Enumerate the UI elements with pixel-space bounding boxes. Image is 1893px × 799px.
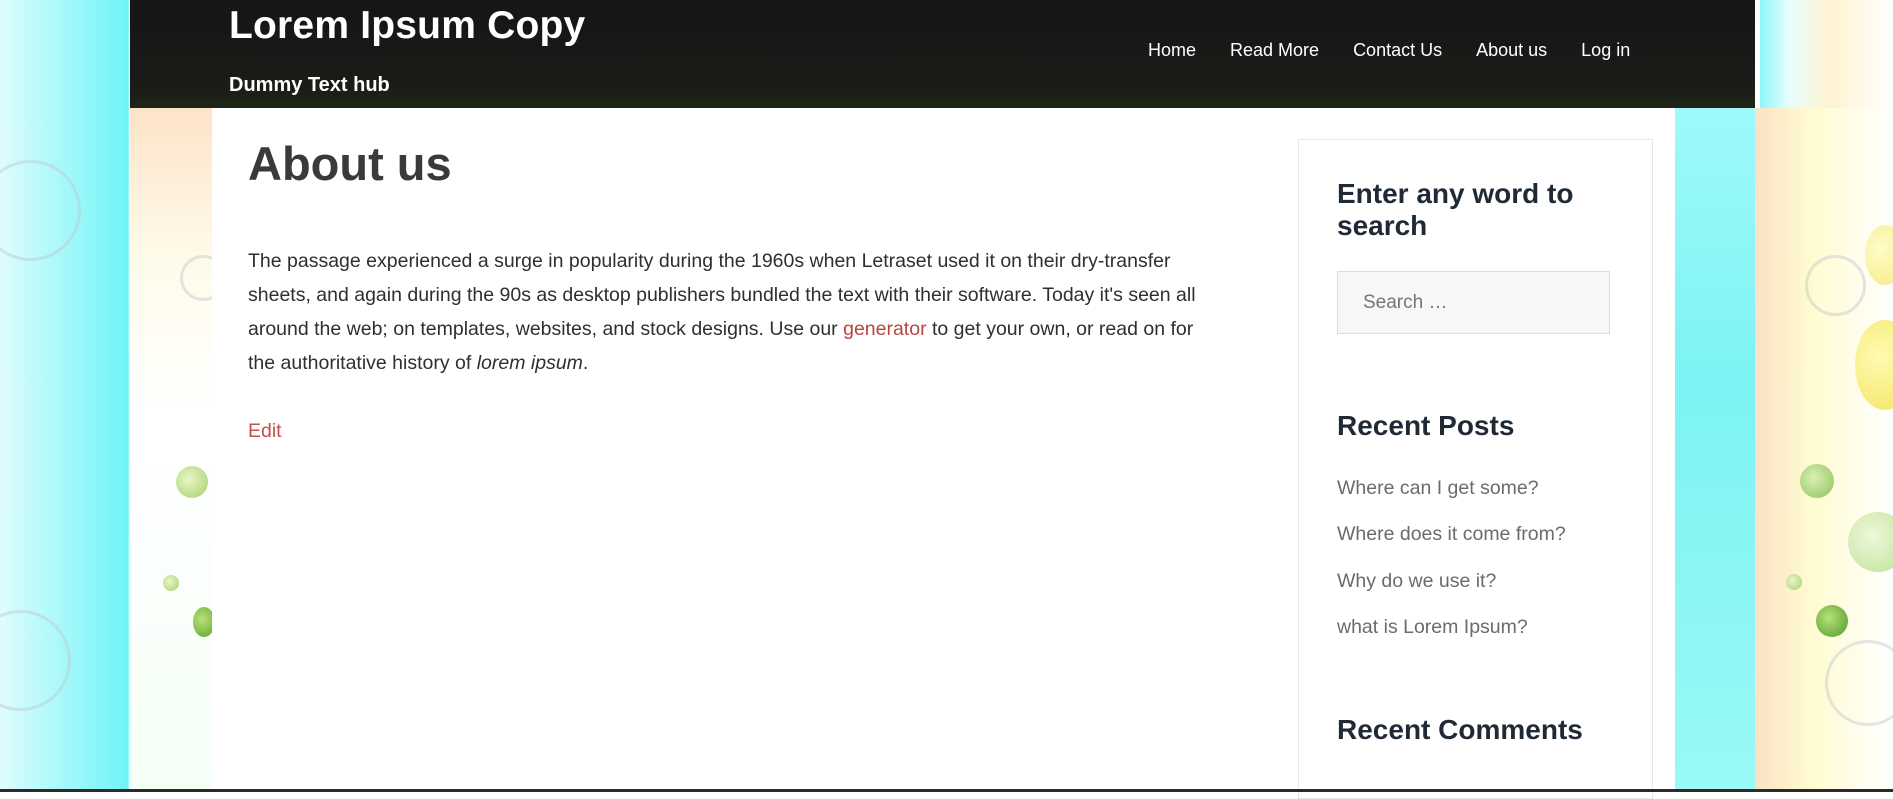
- main-nav: Home Read More Contact Us About us Log i…: [1148, 40, 1664, 61]
- background-panel-left: [130, 108, 212, 792]
- decorative-ball: [163, 575, 179, 591]
- page-title: About us: [248, 137, 452, 190]
- recent-post-link[interactable]: Where can I get some?: [1337, 477, 1539, 500]
- body-text-emphasis: lorem ipsum: [476, 352, 583, 374]
- page-body-text: The passage experienced a surge in popul…: [248, 244, 1208, 380]
- site-title[interactable]: Lorem Ipsum Copy: [229, 4, 585, 48]
- decorative-ball: [1786, 574, 1802, 590]
- nav-item-contact-us[interactable]: Contact Us: [1353, 40, 1442, 61]
- recent-post-link[interactable]: what is Lorem Ipsum?: [1337, 616, 1528, 639]
- decorative-ball: [1800, 464, 1834, 498]
- decorative-ball: [1816, 605, 1848, 637]
- recent-posts-title: Recent Posts: [1337, 410, 1515, 441]
- nav-item-log-in[interactable]: Log in: [1581, 40, 1630, 61]
- search-widget-title: Enter any word to search: [1337, 178, 1574, 241]
- decorative-ball: [176, 466, 208, 498]
- edit-link[interactable]: Edit: [248, 420, 282, 443]
- generator-link[interactable]: generator: [843, 318, 926, 340]
- site-tagline: Dummy Text hub: [229, 74, 390, 96]
- search-input[interactable]: [1337, 271, 1610, 334]
- recent-post-link[interactable]: Where does it come from?: [1337, 523, 1566, 546]
- body-text-part: .: [582, 352, 589, 374]
- recent-comments-title: Recent Comments: [1337, 714, 1583, 745]
- nav-item-home[interactable]: Home: [1148, 40, 1196, 61]
- recent-post-link[interactable]: Why do we use it?: [1337, 570, 1496, 593]
- nav-item-read-more[interactable]: Read More: [1230, 40, 1319, 61]
- nav-item-about-us[interactable]: About us: [1476, 40, 1547, 61]
- background-panel-right: [1675, 108, 1755, 792]
- decorative-ring: [1805, 255, 1866, 316]
